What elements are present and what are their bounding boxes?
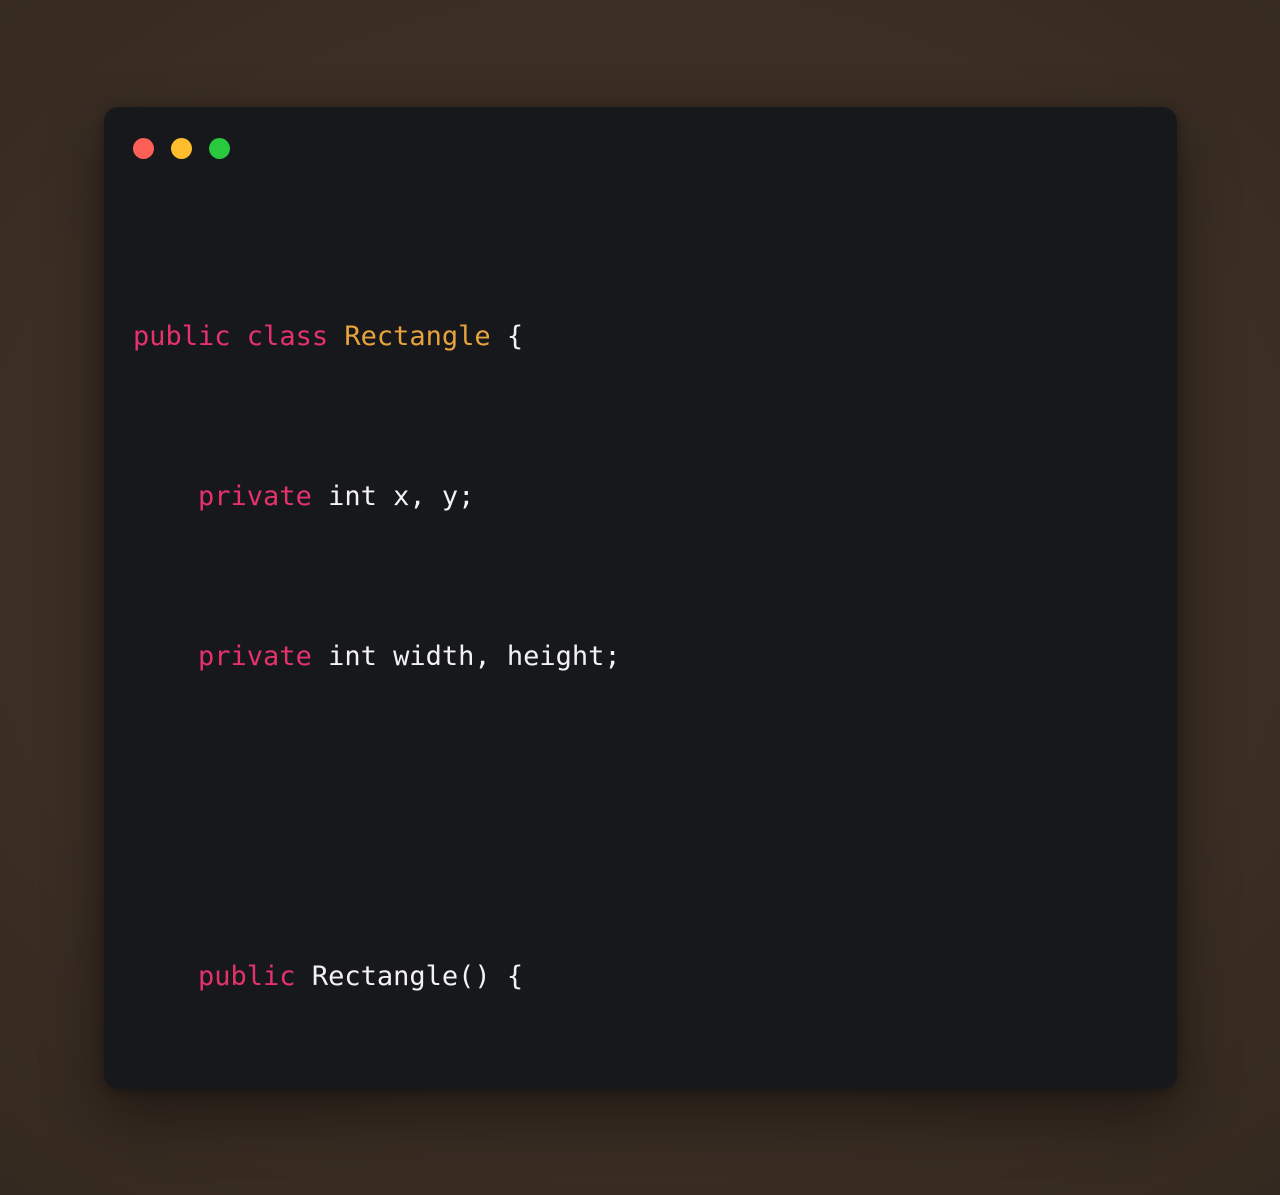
minimize-button[interactable] xyxy=(171,137,192,159)
maximize-button[interactable] xyxy=(209,137,230,159)
token-plain: int width, height; xyxy=(311,641,621,672)
close-button[interactable] xyxy=(133,137,154,159)
token-plain: { xyxy=(490,321,524,352)
token-plain: int x, y; xyxy=(311,481,475,512)
window-titlebar xyxy=(104,107,1177,189)
token-keyword: private xyxy=(198,481,312,512)
token-plain: Rectangle() { xyxy=(295,961,524,992)
token-keyword: class xyxy=(230,321,345,352)
code-window: public class Rectangle { private int x, … xyxy=(104,107,1177,1089)
token-keyword: private xyxy=(198,641,312,672)
code-line-5: public Rectangle() { xyxy=(133,957,1177,997)
code-line-1: public class Rectangle { xyxy=(133,317,1177,357)
code-line-3: private int width, height; xyxy=(133,637,1177,677)
token-class-name: Rectangle xyxy=(344,321,491,352)
token-keyword: public xyxy=(198,961,296,992)
code-block[interactable]: public class Rectangle { private int x, … xyxy=(133,197,1177,1089)
token-keyword: public xyxy=(133,321,231,352)
code-line-2: private int x, y; xyxy=(133,477,1177,517)
